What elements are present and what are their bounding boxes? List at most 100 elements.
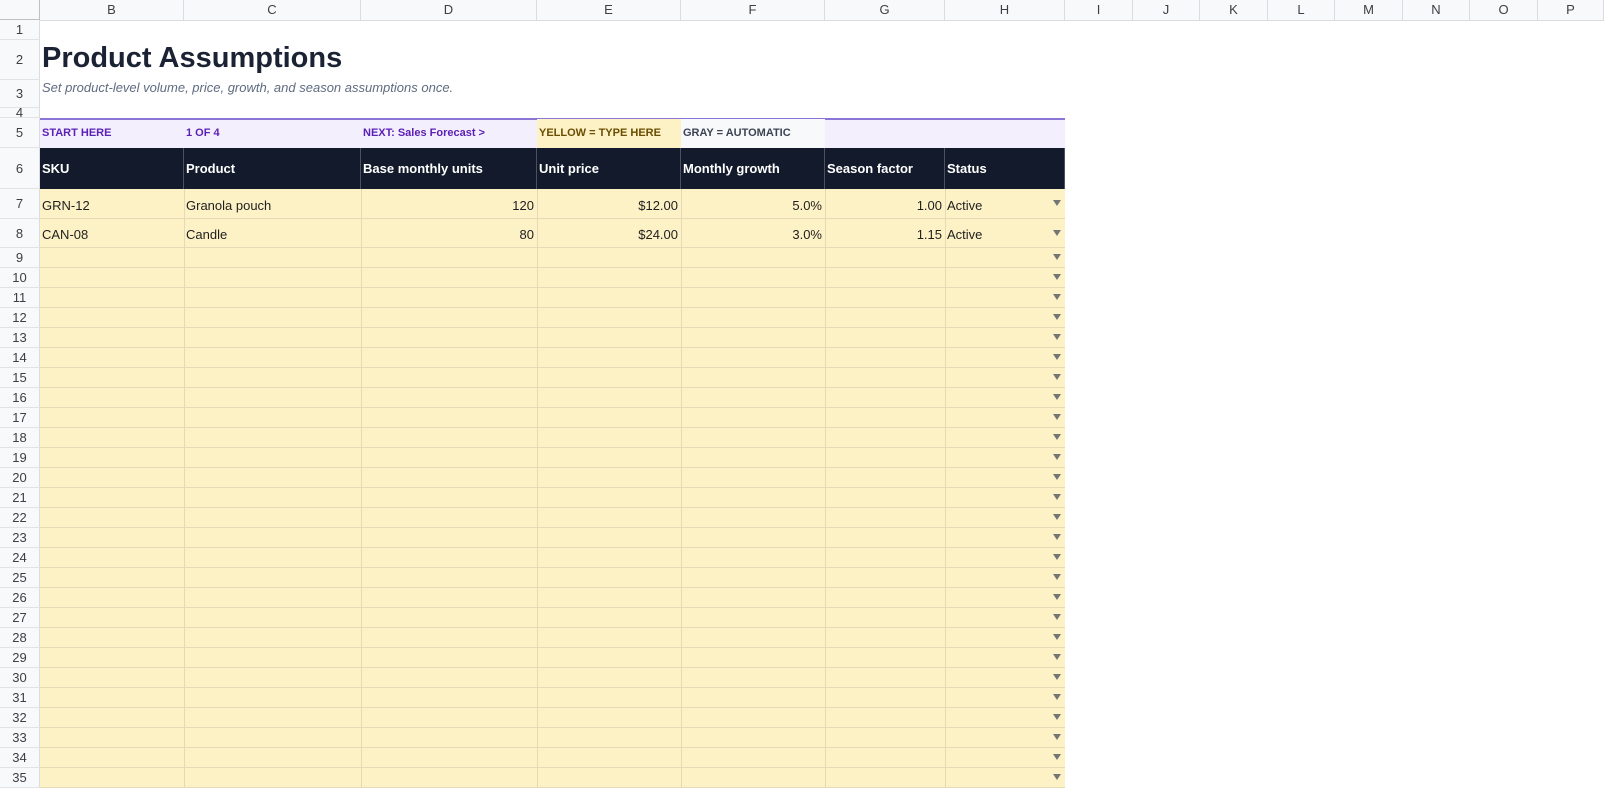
row-header-29[interactable]: 29 (0, 648, 40, 668)
table-row[interactable] (40, 728, 1065, 748)
table-row[interactable] (40, 628, 1065, 648)
status-dropdown-icon[interactable] (1053, 774, 1061, 780)
column-header-e[interactable]: E (537, 0, 681, 20)
cell-base-monthly-units[interactable]: 120 (361, 197, 534, 215)
table-row[interactable] (40, 428, 1065, 448)
cell-unit-price[interactable]: $24.00 (537, 226, 678, 244)
next-sheet-link[interactable]: NEXT: Sales Forecast > (361, 119, 537, 148)
row-header-17[interactable]: 17 (0, 408, 40, 428)
table-row[interactable] (40, 768, 1065, 788)
status-dropdown-icon[interactable] (1053, 374, 1061, 380)
table-row[interactable] (40, 648, 1065, 668)
status-dropdown-icon[interactable] (1053, 674, 1061, 680)
row-header-19[interactable]: 19 (0, 448, 40, 468)
status-dropdown-icon[interactable] (1053, 414, 1061, 420)
status-dropdown-icon[interactable] (1053, 554, 1061, 560)
status-dropdown-icon[interactable] (1053, 494, 1061, 500)
row-header-21[interactable]: 21 (0, 488, 40, 508)
table-row[interactable] (40, 448, 1065, 468)
row-header-15[interactable]: 15 (0, 368, 40, 388)
status-dropdown-icon[interactable] (1053, 454, 1061, 460)
column-header-m[interactable]: M (1335, 0, 1403, 20)
table-row[interactable] (40, 268, 1065, 288)
row-header-31[interactable]: 31 (0, 688, 40, 708)
table-row[interactable] (40, 608, 1065, 628)
status-dropdown-icon[interactable] (1053, 594, 1061, 600)
row-header-27[interactable]: 27 (0, 608, 40, 628)
row-header-22[interactable]: 22 (0, 508, 40, 528)
status-dropdown-icon[interactable] (1053, 334, 1061, 340)
column-header-l[interactable]: L (1268, 0, 1335, 20)
column-header-b[interactable]: B (40, 0, 184, 20)
cell-status[interactable]: Active (947, 226, 982, 244)
row-header-9[interactable]: 9 (0, 248, 40, 268)
row-header-7[interactable]: 7 (0, 189, 40, 219)
status-dropdown-icon[interactable] (1053, 434, 1061, 440)
status-dropdown-icon[interactable] (1053, 474, 1061, 480)
cell-sku[interactable]: CAN-08 (42, 226, 88, 244)
cell-base-monthly-units[interactable]: 80 (361, 226, 534, 244)
row-header-1[interactable]: 1 (0, 20, 40, 40)
row-header-4[interactable]: 4 (0, 106, 40, 119)
status-dropdown-icon[interactable] (1053, 754, 1061, 760)
column-header-n[interactable]: N (1403, 0, 1470, 20)
status-dropdown-icon[interactable] (1053, 254, 1061, 260)
table-row[interactable] (40, 368, 1065, 388)
status-dropdown-icon[interactable] (1053, 654, 1061, 660)
status-dropdown-icon[interactable] (1053, 574, 1061, 580)
status-dropdown-icon[interactable] (1053, 694, 1061, 700)
row-header-23[interactable]: 23 (0, 528, 40, 548)
table-row[interactable] (40, 548, 1065, 568)
table-row[interactable] (40, 688, 1065, 708)
row-header-12[interactable]: 12 (0, 308, 40, 328)
table-row[interactable] (40, 408, 1065, 428)
row-header-18[interactable]: 18 (0, 428, 40, 448)
table-row[interactable] (40, 568, 1065, 588)
row-header-34[interactable]: 34 (0, 748, 40, 768)
column-header-j[interactable]: J (1133, 0, 1200, 20)
cell-product[interactable]: Granola pouch (186, 197, 271, 215)
table-row[interactable] (40, 248, 1065, 268)
status-dropdown-icon[interactable] (1053, 230, 1061, 236)
status-dropdown-icon[interactable] (1053, 294, 1061, 300)
cell-monthly-growth[interactable]: 3.0% (681, 226, 822, 244)
column-header-h[interactable]: H (945, 0, 1065, 20)
table-row[interactable] (40, 528, 1065, 548)
table-row[interactable] (40, 508, 1065, 528)
row-header-5[interactable]: 5 (0, 118, 40, 148)
status-dropdown-icon[interactable] (1053, 394, 1061, 400)
row-header-2[interactable]: 2 (0, 40, 40, 80)
status-dropdown-icon[interactable] (1053, 634, 1061, 640)
row-header-10[interactable]: 10 (0, 268, 40, 288)
cell-monthly-growth[interactable]: 5.0% (681, 197, 822, 215)
row-header-16[interactable]: 16 (0, 388, 40, 408)
table-row[interactable] (40, 708, 1065, 728)
table-row[interactable] (40, 468, 1065, 488)
row-header-11[interactable]: 11 (0, 288, 40, 308)
row-header-8[interactable]: 8 (0, 219, 40, 248)
column-header-p[interactable]: P (1538, 0, 1604, 20)
row-header-20[interactable]: 20 (0, 468, 40, 488)
table-row[interactable] (40, 388, 1065, 408)
column-header-g[interactable]: G (825, 0, 945, 20)
status-dropdown-icon[interactable] (1053, 534, 1061, 540)
row-header-35[interactable]: 35 (0, 768, 40, 788)
status-dropdown-icon[interactable] (1053, 274, 1061, 280)
table-row[interactable] (40, 288, 1065, 308)
column-header-i[interactable]: I (1065, 0, 1133, 20)
row-header-24[interactable]: 24 (0, 548, 40, 568)
row-header-6[interactable]: 6 (0, 148, 40, 189)
cell-status[interactable]: Active (947, 197, 982, 215)
table-row[interactable] (40, 748, 1065, 768)
column-header-d[interactable]: D (361, 0, 537, 20)
row-header-13[interactable]: 13 (0, 328, 40, 348)
row-header-25[interactable]: 25 (0, 568, 40, 588)
column-header-k[interactable]: K (1200, 0, 1268, 20)
table-row[interactable] (40, 488, 1065, 508)
cell-unit-price[interactable]: $12.00 (537, 197, 678, 215)
cell-season-factor[interactable]: 1.00 (825, 197, 942, 215)
row-header-32[interactable]: 32 (0, 708, 40, 728)
cell-season-factor[interactable]: 1.15 (825, 226, 942, 244)
row-header-28[interactable]: 28 (0, 628, 40, 648)
select-all-corner[interactable] (0, 0, 40, 20)
